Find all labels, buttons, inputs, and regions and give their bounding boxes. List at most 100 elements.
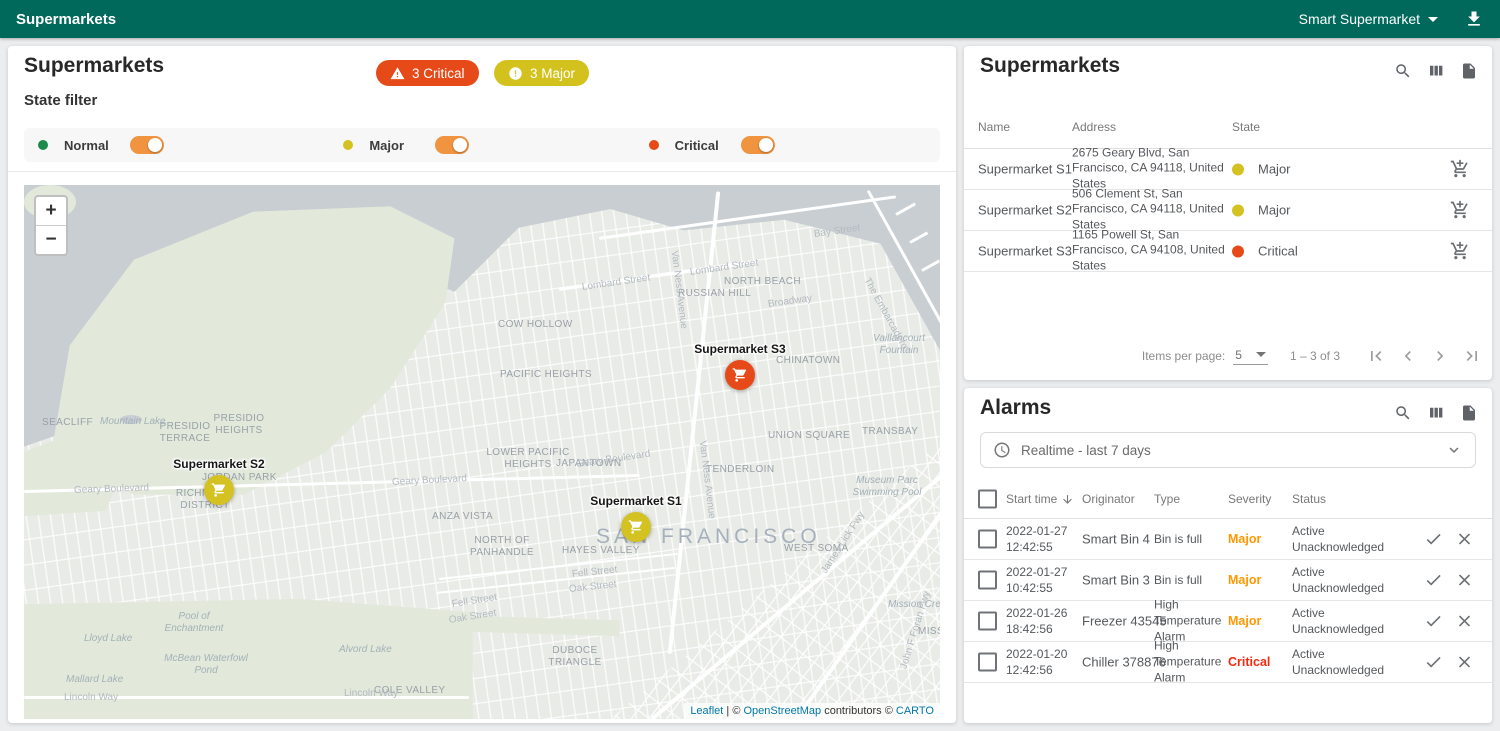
major-toggle[interactable] [435,136,469,154]
alarm-status: Active Unacknowledged [1292,563,1392,595]
map-park-lincoln [24,185,940,719]
col-start-time[interactable]: Start time [1006,492,1074,506]
row-checkbox[interactable] [978,529,997,548]
osm-link[interactable]: OpenStreetMap [743,705,821,717]
col-name: Name [978,120,1010,134]
state-dot [1232,163,1244,175]
map-label: SEACLIFF [42,417,93,429]
map-label: PRESIDIO TERRACE [152,421,218,444]
clear-icon[interactable] [1455,611,1474,630]
map[interactable]: SEACLIFFMountain LakePRESIDIO TERRACEPRE… [24,185,940,719]
map-label: Vaillancourt Fountain [860,333,938,356]
error-icon [508,66,523,81]
clear-icon[interactable] [1455,570,1474,589]
supermarket-name: Supermarket S3 [978,243,1072,258]
alarm-originator: Smart Bin 3 [1082,572,1150,587]
search-icon[interactable] [1394,62,1412,80]
road-lincoln-way [24,696,469,699]
row-checkbox[interactable] [978,611,997,630]
supermarkets-table-header: Name Address State [964,106,1492,149]
clear-icon[interactable] [1455,652,1474,671]
add-cart-icon[interactable] [1450,159,1470,179]
map-pier [909,231,928,243]
major-dot [343,140,353,150]
state-dot [1232,245,1244,257]
add-cart-icon[interactable] [1450,241,1470,261]
supermarkets-map-card: Supermarkets 3 Critical 3 Major State fi… [8,46,956,723]
map-pier [895,203,916,216]
map-label: Lincoln Way [64,692,118,704]
row-checkbox[interactable] [978,652,997,671]
map-label: Lombard Street [581,272,651,293]
acknowledge-icon[interactable] [1424,570,1443,589]
prev-page-button[interactable] [1398,346,1418,366]
supermarket-row[interactable]: Supermarket S3 1165 Powell St, San Franc… [964,230,1492,272]
zoom-out-button[interactable]: − [36,226,66,254]
alarm-start-time: 2022-01-20 12:42:56 [1006,645,1076,677]
alarm-severity: Major [1228,573,1261,587]
map-park-presidio [24,185,940,719]
major-count-badge: 3 Major [494,60,589,86]
leaflet-link[interactable]: Leaflet [690,705,723,717]
map-label: Museum Parc Swimming Pool [842,475,932,498]
col-severity: Severity [1228,492,1271,506]
major-count-label: 3 Major [530,66,575,81]
export-file-icon[interactable] [1460,62,1478,80]
alarm-row[interactable]: 2022-01-20 12:42:56 Chiller 378876 High … [964,641,1492,683]
acknowledge-icon[interactable] [1424,611,1443,630]
last-page-button[interactable] [1462,346,1482,366]
download-icon[interactable] [1464,9,1484,29]
critical-toggle[interactable] [741,136,775,154]
map-label: Lloyd Lake [84,633,132,645]
search-icon[interactable] [1394,404,1412,422]
supermarket-row[interactable]: Supermarket S1 2675 Geary Blvd, San Fran… [964,148,1492,190]
alarm-row[interactable]: 2022-01-27 12:42:55 Smart Bin 4 Bin is f… [964,518,1492,560]
supermarket-row[interactable]: Supermarket S2 506 Clement St, San Franc… [964,189,1492,231]
alarm-originator: Smart Bin 4 [1082,531,1150,546]
map-pier [921,259,940,271]
alarm-row[interactable]: 2022-01-26 18:42:56 Freezer 43545 High T… [964,600,1492,642]
add-cart-icon[interactable] [1450,200,1470,220]
columns-icon[interactable] [1427,404,1445,422]
map-label: Oak Street [568,579,617,595]
map-water [24,185,940,719]
road-market [651,467,940,719]
supermarket-address: 506 Clement St, San Francisco, CA 94118,… [1072,186,1226,233]
attribution-text: contributors © [821,705,896,717]
first-page-button[interactable] [1366,346,1386,366]
normal-toggle[interactable] [130,136,164,154]
map-label: Mallard Lake [66,674,123,686]
map-label: McBean Waterfowl Pond [164,653,248,676]
next-page-button[interactable] [1430,346,1450,366]
entity-selector[interactable]: Smart Supermarket [1299,11,1438,27]
card-title: Alarms [980,396,1051,420]
map-label: Mountain Lake [100,416,166,428]
attribution-text: | © [723,705,743,717]
supermarket-name: Supermarket S2 [978,202,1072,217]
map-downtown-grid [24,185,940,719]
map-label: RUSSIAN HILL [678,288,751,300]
map-label: TENDERLOIN [706,464,774,476]
alarm-row[interactable]: 2022-01-27 10:42:55 Smart Bin 3 Bin is f… [964,559,1492,601]
clear-icon[interactable] [1455,529,1474,548]
supermarket-name: Supermarket S1 [978,161,1072,176]
row-checkbox[interactable] [978,570,997,589]
acknowledge-icon[interactable] [1424,529,1443,548]
map-label: COLE VALLEY [374,685,445,697]
acknowledge-icon[interactable] [1424,652,1443,671]
columns-icon[interactable] [1427,62,1445,80]
map-label: John F Foran Fwy [899,590,934,670]
zoom-in-button[interactable]: + [36,197,66,226]
time-window-select[interactable]: Realtime - last 7 days [980,432,1476,468]
carto-link[interactable]: CARTO [896,705,934,717]
map-label: Mission Creek [888,599,940,611]
select-all-checkbox[interactable] [978,490,997,509]
items-per-page-select[interactable]: 5 [1233,348,1268,365]
alarm-start-time: 2022-01-27 12:42:55 [1006,522,1076,554]
map-attribution: Leaflet | © OpenStreetMap contributors ©… [684,703,940,719]
card-title: Supermarkets [24,54,164,78]
export-file-icon[interactable] [1460,404,1478,422]
alarm-type: Bin is full [1154,571,1226,587]
clock-icon [993,441,1011,459]
map-label: Fell Street [451,592,498,610]
